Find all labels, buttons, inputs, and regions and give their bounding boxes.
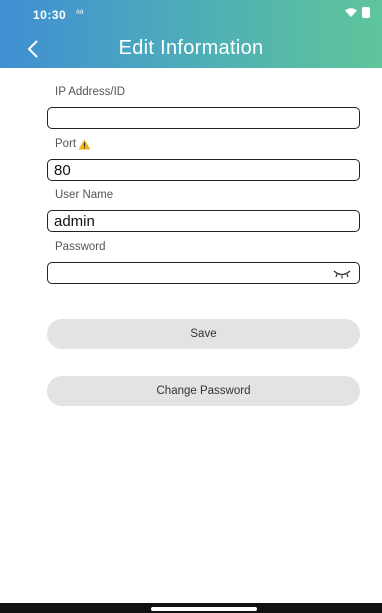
ip-label: IP Address/ID: [55, 86, 126, 98]
status-icons: [345, 7, 370, 18]
eye-closed-icon[interactable]: [333, 268, 351, 280]
username-input[interactable]: admin: [47, 210, 360, 232]
page-title: Edit Information: [118, 37, 264, 59]
bottom-system-bar: [0, 603, 382, 613]
change-password-button[interactable]: Change Password: [47, 376, 360, 406]
save-button[interactable]: Save: [47, 319, 360, 349]
password-label: Password: [55, 241, 106, 253]
wifi-icon: [345, 8, 357, 17]
status-signal: ᵃᵃ: [76, 8, 84, 19]
home-indicator[interactable]: [151, 607, 257, 611]
port-label: Port: [55, 138, 77, 150]
header-bar: 10:30 ᵃᵃ Edit Information: [0, 0, 382, 68]
ip-address-input[interactable]: [47, 107, 360, 129]
warning-icon: [78, 139, 91, 149]
status-time: 10:30: [33, 8, 67, 22]
password-input[interactable]: [47, 262, 360, 284]
battery-icon: [362, 7, 370, 18]
port-label-row: Port: [55, 138, 91, 150]
username-label: User Name: [55, 189, 114, 201]
port-input[interactable]: 80: [47, 159, 360, 181]
